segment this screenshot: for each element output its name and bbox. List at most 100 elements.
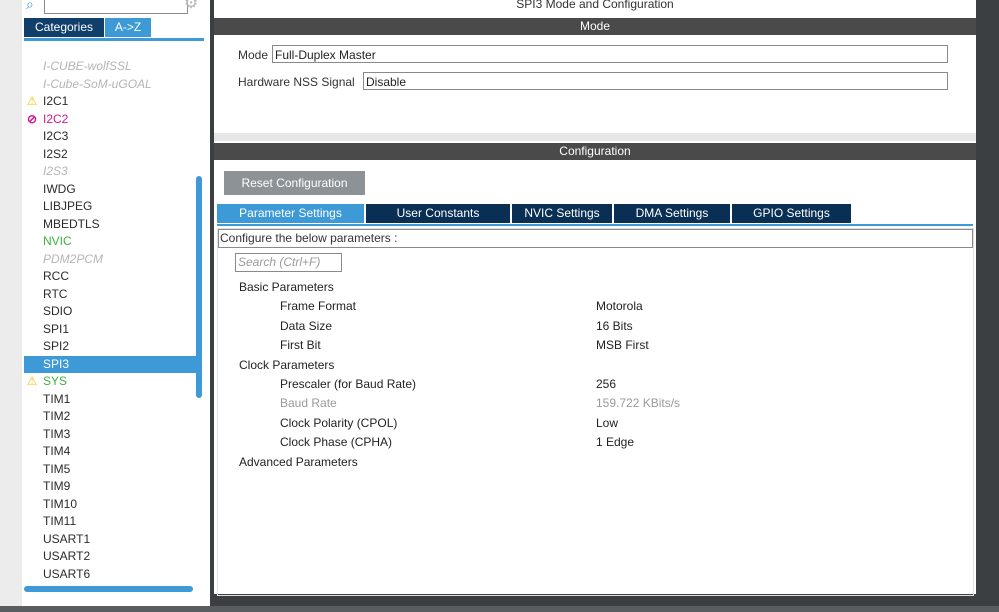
param-name-first-bit: First Bit xyxy=(280,338,321,352)
search-icon[interactable]: ⌕ xyxy=(26,0,42,12)
list-item-label: NVIC xyxy=(43,234,72,248)
list-item-usart6[interactable]: USART6 xyxy=(24,566,196,584)
list-item-spi2[interactable]: SPI2 xyxy=(24,338,196,356)
list-item-label: TIM3 xyxy=(43,426,71,441)
param-name-cpol: Clock Polarity (CPOL) xyxy=(280,416,398,430)
list-item-label: TIM11 xyxy=(43,514,77,528)
list-item-label: RTC xyxy=(43,286,68,301)
list-item-label: TIM9 xyxy=(43,479,71,493)
tab-a-to-z[interactable]: A->Z xyxy=(105,18,151,37)
sidebar-vertical-scrollbar[interactable] xyxy=(196,176,202,398)
list-item-label: LIBJPEG xyxy=(43,199,93,213)
param-value-data-size[interactable]: 16 Bits xyxy=(596,318,633,334)
list-item-i-cube-wolfssl[interactable]: I-CUBE-wolfSSL xyxy=(24,58,196,76)
list-item-label: TIM10 xyxy=(43,496,78,511)
list-item-label: SDIO xyxy=(43,304,73,318)
list-item-label: I2C2 xyxy=(43,111,69,126)
list-item-i2s3[interactable]: I2S3 xyxy=(24,163,196,181)
configuration-panel: SPI3 Mode and Configuration Mode Mode Fu… xyxy=(214,0,976,596)
tab-categories[interactable]: Categories xyxy=(24,18,104,37)
tab-parameter-settings[interactable]: Parameter Settings xyxy=(217,204,364,223)
list-item-spi3[interactable]: SPI3 xyxy=(24,355,196,373)
tab-underline xyxy=(217,224,973,226)
mode-row: Mode Full-Duplex Master xyxy=(214,45,976,65)
tab-nvic-settings[interactable]: NVIC Settings xyxy=(512,204,612,223)
list-item-label: I2S3 xyxy=(43,164,68,178)
list-item-pdm2pcm[interactable]: PDM2PCM xyxy=(24,251,196,269)
list-item-tim5[interactable]: TIM5 xyxy=(24,461,196,479)
reset-configuration-button[interactable]: Reset Configuration xyxy=(224,171,365,195)
list-item-label: SPI2 xyxy=(43,339,70,353)
list-item-label: I2C1 xyxy=(43,94,69,108)
nss-label: Hardware NSS Signal xyxy=(238,75,355,89)
list-item-tim1[interactable]: TIM1 xyxy=(24,391,196,409)
list-item-tim4[interactable]: TIM4 xyxy=(24,443,196,461)
list-item-label: TIM1 xyxy=(43,391,71,406)
blocked-icon: ⊘ xyxy=(26,111,38,126)
list-item-label: SPI1 xyxy=(43,321,70,336)
list-item-rtc[interactable]: RTC xyxy=(24,286,196,304)
parameter-settings-pane: Configure the below parameters : Search … xyxy=(217,228,974,596)
list-item-usart1[interactable]: USART1 xyxy=(24,531,196,549)
list-item-spi1[interactable]: SPI1 xyxy=(24,321,196,339)
param-value-cpol[interactable]: Low xyxy=(596,415,618,431)
list-item-rcc[interactable]: RCC xyxy=(24,268,196,286)
sidebar-horizontal-scrollbar[interactable] xyxy=(24,586,193,592)
nss-row: Hardware NSS Signal Disable xyxy=(214,72,976,92)
list-item-i2c3[interactable]: I2C3 xyxy=(24,128,196,146)
list-item-tim3[interactable]: TIM3 xyxy=(24,426,196,444)
list-item-tim2[interactable]: TIM2 xyxy=(24,408,196,426)
parameter-search-input[interactable]: Search (Ctrl+F) xyxy=(235,253,342,272)
mode-section-header: Mode xyxy=(214,18,976,35)
param-name-baud-rate: Baud Rate xyxy=(280,396,337,410)
tab-gpio-settings[interactable]: GPIO Settings xyxy=(732,204,851,223)
param-value-frame-format[interactable]: Motorola xyxy=(596,298,643,314)
list-item-nvic[interactable]: NVIC xyxy=(24,233,196,251)
list-item-label: I2S2 xyxy=(43,146,68,161)
list-item-label: USART2 xyxy=(43,549,91,563)
tab-dma-settings[interactable]: DMA Settings xyxy=(614,204,730,223)
list-item-tim11[interactable]: TIM11 xyxy=(24,513,196,531)
list-item-label: USART1 xyxy=(43,531,91,546)
list-item-label: TIM4 xyxy=(43,444,71,458)
warning-icon: ⚠ xyxy=(26,374,38,388)
section-divider[interactable] xyxy=(214,133,976,141)
gear-icon[interactable]: ⚙ xyxy=(182,0,200,13)
list-item-label: TIM2 xyxy=(43,409,71,423)
mode-select[interactable]: Full-Duplex Master xyxy=(272,45,948,63)
param-value-baud-rate: 159.722 KBits/s xyxy=(596,396,681,410)
configuration-tabs: Parameter Settings User Constants NVIC S… xyxy=(217,204,973,224)
list-item-label: I-CUBE-wolfSSL xyxy=(43,59,132,73)
list-item-sys[interactable]: ⚠ SYS xyxy=(24,373,196,391)
list-item-sdio[interactable]: SDIO xyxy=(24,303,196,321)
tab-user-constants[interactable]: User Constants xyxy=(366,204,510,223)
peripheral-list: I-CUBE-wolfSSL I-Cube-SoM-uGOAL ⚠ I2C1 ⊘ I… xyxy=(24,58,196,588)
sidebar-search-input[interactable] xyxy=(44,0,188,14)
group-clock-parameters[interactable]: Clock Parameters xyxy=(239,357,334,373)
list-item-tim10[interactable]: TIM10 xyxy=(24,496,196,514)
list-item-i2s2[interactable]: I2S2 xyxy=(24,146,196,164)
nss-select[interactable]: Disable xyxy=(363,72,948,90)
list-item-label: I2C3 xyxy=(43,129,69,143)
param-name-prescaler: Prescaler (for Baud Rate) xyxy=(280,377,417,391)
list-item-label: RCC xyxy=(43,269,69,283)
list-item-tim9[interactable]: TIM9 xyxy=(24,478,196,496)
param-value-first-bit[interactable]: MSB First xyxy=(596,337,649,353)
list-item-label: SYS xyxy=(43,374,68,388)
list-item-i2c2[interactable]: ⊘ I2C2 xyxy=(24,111,196,129)
list-item-i2c1[interactable]: ⚠ I2C1 xyxy=(24,93,196,111)
list-item-i-cube-som-ugoal[interactable]: I-Cube-SoM-uGOAL xyxy=(24,76,196,94)
list-item-usart2[interactable]: USART2 xyxy=(24,548,196,566)
list-item-label: MBEDTLS xyxy=(43,216,100,231)
mode-label: Mode xyxy=(238,48,269,62)
param-value-prescaler[interactable]: 256 xyxy=(596,376,616,392)
configuration-section-header: Configuration xyxy=(214,143,976,160)
param-value-cpha[interactable]: 1 Edge xyxy=(596,434,634,450)
list-item-label: PDM2PCM xyxy=(43,251,104,266)
list-item-libjpeg[interactable]: LIBJPEG xyxy=(24,198,196,216)
list-item-mbedtls[interactable]: MBEDTLS xyxy=(24,216,196,234)
list-item-iwdg[interactable]: IWDG xyxy=(24,181,196,199)
list-item-label: TIM5 xyxy=(43,461,71,476)
group-advanced-parameters[interactable]: Advanced Parameters xyxy=(239,454,358,470)
group-basic-parameters[interactable]: Basic Parameters xyxy=(239,279,334,295)
